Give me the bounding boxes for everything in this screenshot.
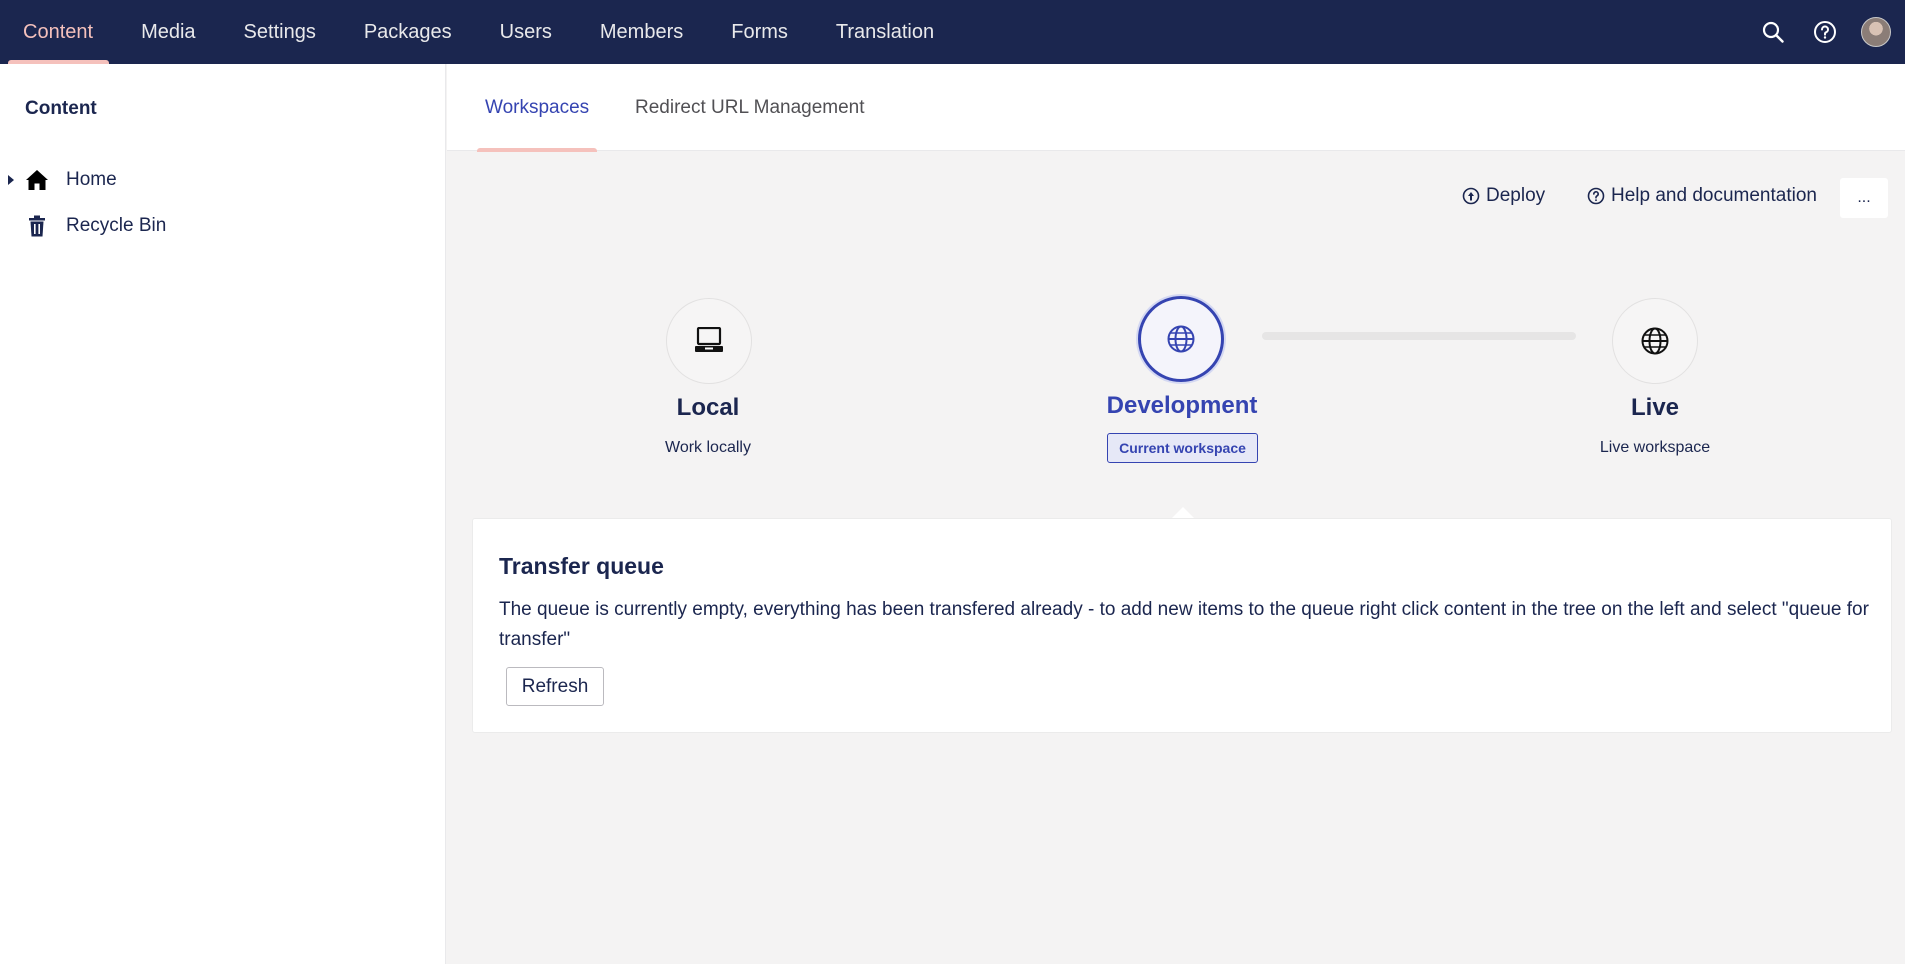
top-right-actions [1757,0,1905,64]
deploy-button[interactable]: Deploy [1462,178,1545,214]
workspace-development-circle[interactable] [1138,296,1224,382]
tree-item-recycle-bin[interactable]: Recycle Bin [0,206,446,246]
transfer-queue-title: Transfer queue [499,553,664,579]
transfer-queue-message: The queue is currently empty, everything… [499,599,1869,650]
user-avatar[interactable] [1861,17,1891,47]
workspace-live-description: Live workspace [1599,439,1711,456]
workspace-live-name: Live [1630,394,1680,421]
nav-forms[interactable]: Forms [707,0,812,64]
sidebar-title: Content [25,98,97,119]
nav-settings[interactable]: Settings [220,0,340,64]
help-documentation-label: Help and documentation [1611,185,1817,206]
nav-users[interactable]: Users [476,0,576,64]
deploy-icon [1462,187,1480,205]
help-circle-icon [1587,187,1605,205]
refresh-button[interactable]: Refresh [506,667,604,706]
workspace-local-name: Local [676,394,740,421]
globe-icon [1641,327,1669,355]
transfer-queue-panel: Transfer queue The queue is currently em… [472,518,1892,733]
deploy-label: Deploy [1486,185,1546,206]
top-navigation: Content Media Settings Packages Users Me… [0,0,1905,64]
tab-workspaces[interactable]: Workspaces [476,64,598,152]
nav-packages[interactable]: Packages [340,0,476,64]
search-icon[interactable] [1757,16,1789,48]
nav-media[interactable]: Media [117,0,219,64]
tree-item-home[interactable]: Home [0,160,446,200]
current-workspace-badge: Current workspace [1107,433,1258,463]
nav-content[interactable]: Content [0,0,117,64]
workspace-live-circle[interactable] [1612,298,1698,384]
laptop-icon [695,327,723,352]
tree-item-label: Recycle Bin [66,215,167,236]
globe-icon [1167,325,1195,353]
more-options-button[interactable]: ... [1840,178,1888,218]
workspace-development-name: Development [1106,392,1258,419]
home-icon [25,168,49,192]
tabs-bar: Workspaces Redirect URL Management [447,64,1905,152]
nav-translation[interactable]: Translation [812,0,958,64]
help-icon[interactable] [1809,16,1841,48]
nav-members[interactable]: Members [576,0,707,64]
expand-caret-icon[interactable] [8,175,14,185]
tree-item-label: Home [66,169,117,190]
workspace-local-description: Work locally [665,439,751,456]
workspace-local-circle[interactable] [666,298,752,384]
workspace-connector [1262,332,1576,340]
tab-redirect-url-management[interactable]: Redirect URL Management [635,64,865,151]
content-sidebar: Content Home Recycle Bin [0,64,446,964]
help-documentation-button[interactable]: Help and documentation [1587,178,1817,214]
trash-icon [25,214,49,238]
